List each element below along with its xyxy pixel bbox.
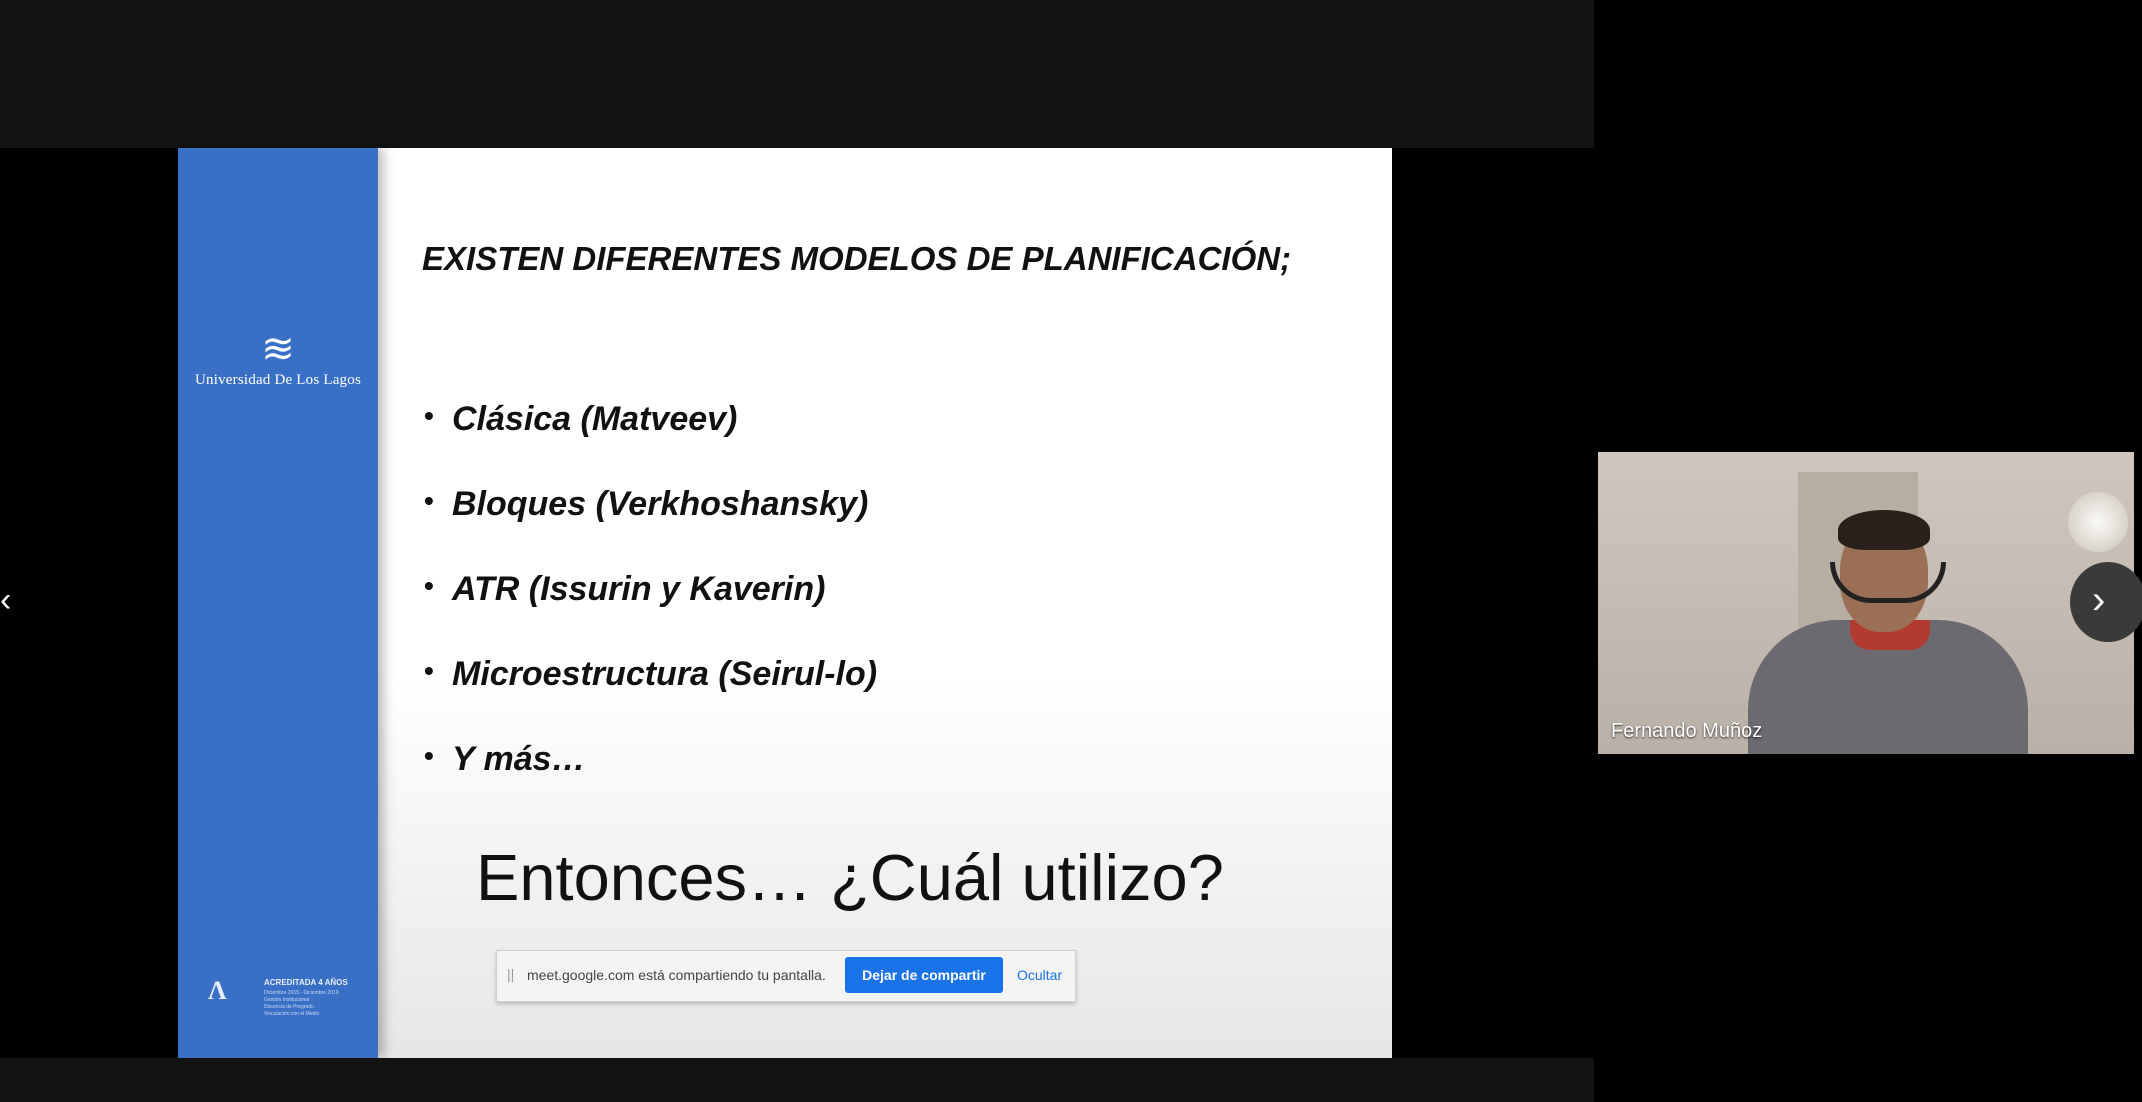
screen-share-notification: || meet.google.com está compartiendo tu … — [496, 950, 1076, 1002]
bottom-bar — [0, 1058, 1594, 1102]
university-name: Universidad De Los Lagos — [194, 372, 361, 388]
university-logo: ≋ Universidad De Los Lagos — [178, 327, 378, 389]
presentation-slide: ≋ Universidad De Los Lagos Ʌ ACREDITADA … — [178, 148, 1392, 1058]
participant-hair — [1838, 510, 1930, 550]
university-emblem-icon: ≋ — [261, 327, 295, 371]
top-bar — [0, 0, 1594, 148]
accreditation-title: ACREDITADA 4 AÑOS — [264, 978, 348, 987]
bullet-item: Bloques (Verkhoshansky) — [422, 485, 877, 570]
next-page-button[interactable]: › — [2070, 562, 2142, 642]
bullet-item: ATR (Issurin y Kaverin) — [422, 570, 877, 655]
accreditation-details: Diciembre 2015 - Diciembre 2019 Gestión … — [264, 990, 339, 1017]
drag-handle-icon[interactable]: || — [507, 966, 514, 982]
chevron-right-icon: › — [2092, 578, 2106, 622]
participant-name: Fernando Muñoz — [1611, 720, 1763, 742]
bullet-item: Y más… — [422, 740, 877, 825]
share-message: meet.google.com está compartiendo tu pan… — [527, 967, 826, 983]
stop-sharing-button[interactable]: Dejar de compartir — [845, 957, 1003, 993]
bullet-item: Microestructura (Seirul-lo) — [422, 655, 877, 740]
slide-title: EXISTEN DIFERENTES MODELOS DE PLANIFICAC… — [422, 240, 1292, 277]
accreditation-logo-icon: Ʌ — [208, 976, 227, 1005]
accreditation-badge: Ʌ ACREDITADA 4 AÑOS Diciembre 2015 - Dic… — [208, 974, 358, 1024]
participant-video-tile[interactable]: Fernando Muñoz — [1598, 452, 2134, 754]
slide-question: Entonces… ¿Cuál utilizo? — [476, 841, 1224, 914]
hide-button[interactable]: Ocultar — [1017, 967, 1062, 983]
video-light — [2068, 492, 2128, 552]
bullet-item: Clásica (Matveev) — [422, 400, 877, 485]
previous-arrow-icon[interactable]: ‹ — [0, 582, 11, 618]
slide-sidebar: ≋ Universidad De Los Lagos Ʌ ACREDITADA … — [178, 148, 378, 1058]
bullet-list: Clásica (Matveev) Bloques (Verkhoshansky… — [422, 400, 877, 825]
